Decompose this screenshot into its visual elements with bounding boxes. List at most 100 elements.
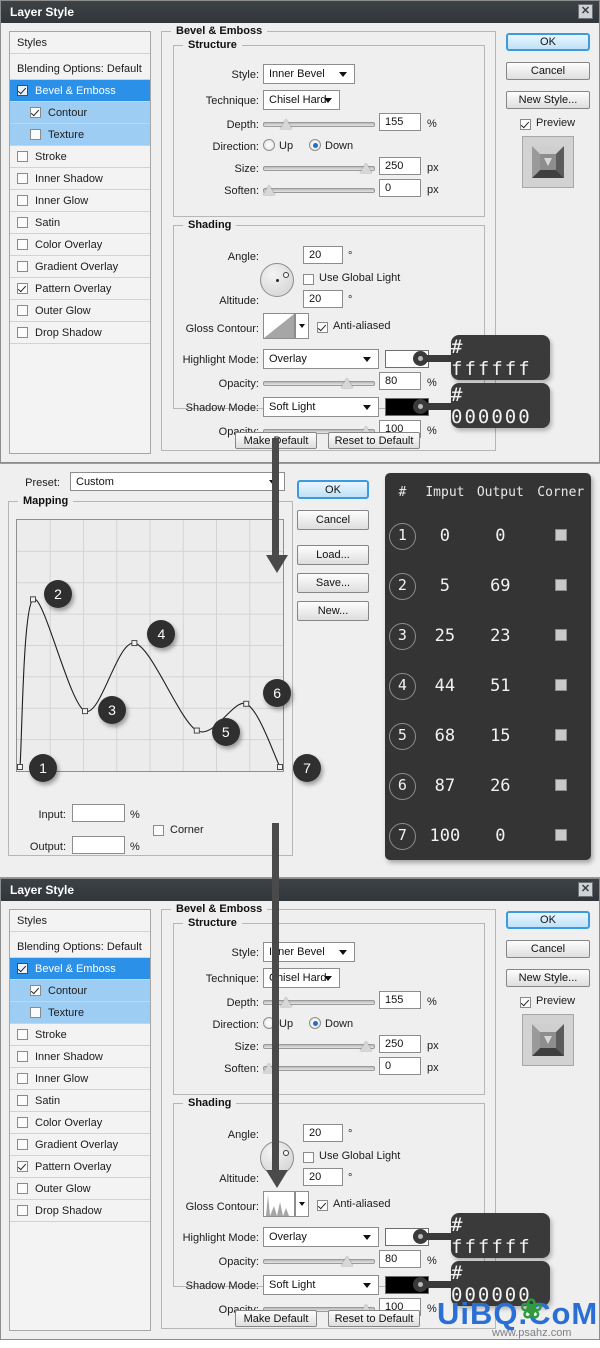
- highlight-opacity-slider[interactable]: [263, 377, 375, 388]
- angle-dial[interactable]: [260, 263, 294, 297]
- checkbox-drop-shadow[interactable]: [17, 327, 28, 338]
- reset-to-default-button[interactable]: Reset to Default: [328, 432, 420, 449]
- angle-dial-handle-2[interactable]: [283, 1150, 289, 1156]
- size-slider[interactable]: [263, 162, 375, 173]
- checkbox-inner-glow[interactable]: [17, 195, 28, 206]
- depth-slider[interactable]: [263, 118, 375, 129]
- reset-to-default-button-2[interactable]: Reset to Default: [328, 1310, 420, 1327]
- sidebar-item-inner-shadow[interactable]: Inner Shadow: [10, 1046, 150, 1068]
- checkbox-stroke[interactable]: [17, 151, 28, 162]
- angle-dial-handle[interactable]: [283, 272, 289, 278]
- checkbox-contour[interactable]: [30, 985, 41, 996]
- corner-checkbox[interactable]: [153, 825, 164, 836]
- direction-down-radio[interactable]: [309, 139, 321, 151]
- highlight-opacity-slider-2-thumb[interactable]: [341, 1256, 353, 1266]
- checkbox-outer-glow[interactable]: [17, 305, 28, 316]
- checkbox-gradient-overlay[interactable]: [17, 1139, 28, 1150]
- contour-curve-graph[interactable]: [16, 519, 284, 772]
- preview-checkbox[interactable]: [520, 119, 531, 130]
- anti-aliased-checkbox-2[interactable]: [317, 1200, 328, 1211]
- close-icon[interactable]: ✕: [578, 4, 593, 19]
- sidebar-item-satin[interactable]: Satin: [10, 212, 150, 234]
- size-slider-thumb[interactable]: [360, 163, 372, 173]
- highlight-opacity-field[interactable]: 80: [379, 372, 421, 390]
- sidebar-item-bevel-emboss[interactable]: Bevel & Emboss: [10, 958, 150, 980]
- depth-slider-2[interactable]: [263, 996, 375, 1007]
- checkbox-bevel-emboss[interactable]: [17, 963, 28, 974]
- ok-button[interactable]: OK: [506, 33, 590, 51]
- corner-checkbox-cell[interactable]: [554, 729, 567, 741]
- sidebar-item-blending-options-default[interactable]: Blending Options: Default: [10, 58, 150, 80]
- altitude-field-2[interactable]: 20: [303, 1168, 343, 1186]
- preset-combo[interactable]: Custom: [70, 472, 285, 491]
- new-style-button-2[interactable]: New Style...: [506, 969, 590, 987]
- corner-checkbox-cell[interactable]: [554, 679, 567, 691]
- corner-checkbox-cell[interactable]: [554, 579, 567, 591]
- checkbox-texture[interactable]: [30, 1007, 41, 1018]
- sidebar-item-gradient-overlay[interactable]: Gradient Overlay: [10, 1134, 150, 1156]
- technique-combo[interactable]: Chisel Hard: [263, 90, 340, 110]
- sidebar-item-color-overlay[interactable]: Color Overlay: [10, 234, 150, 256]
- highlight-mode-combo-2[interactable]: Overlay: [263, 1227, 379, 1247]
- corner-checkbox-cell[interactable]: [554, 779, 567, 791]
- sidebar-item-stroke[interactable]: Stroke: [10, 1024, 150, 1046]
- corner-checkbox-cell[interactable]: [554, 529, 567, 541]
- sidebar-item-bevel-emboss[interactable]: Bevel & Emboss: [10, 80, 150, 102]
- soften-field[interactable]: 0: [379, 179, 421, 197]
- sidebar-item-pattern-overlay[interactable]: Pattern Overlay: [10, 278, 150, 300]
- size-slider-2[interactable]: [263, 1040, 375, 1051]
- checkbox-pattern-overlay[interactable]: [17, 1161, 28, 1172]
- checkbox-inner-shadow[interactable]: [17, 173, 28, 184]
- use-global-light-checkbox-2[interactable]: [303, 1152, 314, 1163]
- sidebar-item-stroke[interactable]: Stroke: [10, 146, 150, 168]
- contour-cancel-button[interactable]: Cancel: [297, 510, 369, 530]
- checkbox-pattern-overlay[interactable]: [17, 283, 28, 294]
- sidebar-item-outer-glow[interactable]: Outer Glow: [10, 1178, 150, 1200]
- size-field[interactable]: 250: [379, 157, 421, 175]
- contour-load-button[interactable]: Load...: [297, 545, 369, 565]
- output-field[interactable]: [72, 836, 125, 854]
- size-slider-2-thumb[interactable]: [360, 1041, 372, 1051]
- sidebar-item-gradient-overlay[interactable]: Gradient Overlay: [10, 256, 150, 278]
- sidebar-item-inner-glow[interactable]: Inner Glow: [10, 1068, 150, 1090]
- sidebar-item-inner-glow[interactable]: Inner Glow: [10, 190, 150, 212]
- sidebar-item-color-overlay[interactable]: Color Overlay: [10, 1112, 150, 1134]
- angle-field-2[interactable]: 20: [303, 1124, 343, 1142]
- contour-new-button[interactable]: New...: [297, 601, 369, 621]
- soften-slider[interactable]: [263, 184, 375, 195]
- soften-slider-thumb[interactable]: [263, 185, 275, 195]
- size-field-2[interactable]: 250: [379, 1035, 421, 1053]
- checkbox-color-overlay[interactable]: [17, 1117, 28, 1128]
- checkbox-outer-glow[interactable]: [17, 1183, 28, 1194]
- close-icon-2[interactable]: ✕: [578, 882, 593, 897]
- soften-field-2[interactable]: 0: [379, 1057, 421, 1075]
- altitude-field[interactable]: 20: [303, 290, 343, 308]
- soften-slider-2[interactable]: [263, 1062, 375, 1073]
- depth-slider-thumb[interactable]: [280, 119, 292, 129]
- corner-checkbox-cell[interactable]: [554, 829, 567, 841]
- sidebar-item-inner-shadow[interactable]: Inner Shadow: [10, 168, 150, 190]
- checkbox-inner-glow[interactable]: [17, 1073, 28, 1084]
- shadow-mode-combo[interactable]: Soft Light: [263, 397, 379, 417]
- sidebar-item-satin[interactable]: Satin: [10, 1090, 150, 1112]
- depth-field[interactable]: 155: [379, 113, 421, 131]
- sidebar-item-blending-options-default[interactable]: Blending Options: Default: [10, 936, 150, 958]
- highlight-opacity-slider-thumb[interactable]: [341, 378, 353, 388]
- corner-checkbox-cell[interactable]: [554, 629, 567, 641]
- input-field[interactable]: [72, 804, 125, 822]
- highlight-mode-combo[interactable]: Overlay: [263, 349, 379, 369]
- checkbox-color-overlay[interactable]: [17, 239, 28, 250]
- checkbox-stroke[interactable]: [17, 1029, 28, 1040]
- cancel-button-2[interactable]: Cancel: [506, 940, 590, 958]
- gloss-contour-dropdown[interactable]: [295, 313, 309, 339]
- checkbox-drop-shadow[interactable]: [17, 1205, 28, 1216]
- checkbox-bevel-emboss[interactable]: [17, 85, 28, 96]
- sidebar-item-texture[interactable]: Texture: [10, 124, 150, 146]
- style-combo[interactable]: Inner Bevel: [263, 64, 355, 84]
- ok-button-2[interactable]: OK: [506, 911, 590, 929]
- use-global-light-checkbox[interactable]: [303, 274, 314, 285]
- gloss-contour-swatch-2[interactable]: [263, 1191, 295, 1217]
- checkbox-satin[interactable]: [17, 217, 28, 228]
- shadow-mode-combo-2[interactable]: Soft Light: [263, 1275, 379, 1295]
- depth-slider-2-thumb[interactable]: [280, 997, 292, 1007]
